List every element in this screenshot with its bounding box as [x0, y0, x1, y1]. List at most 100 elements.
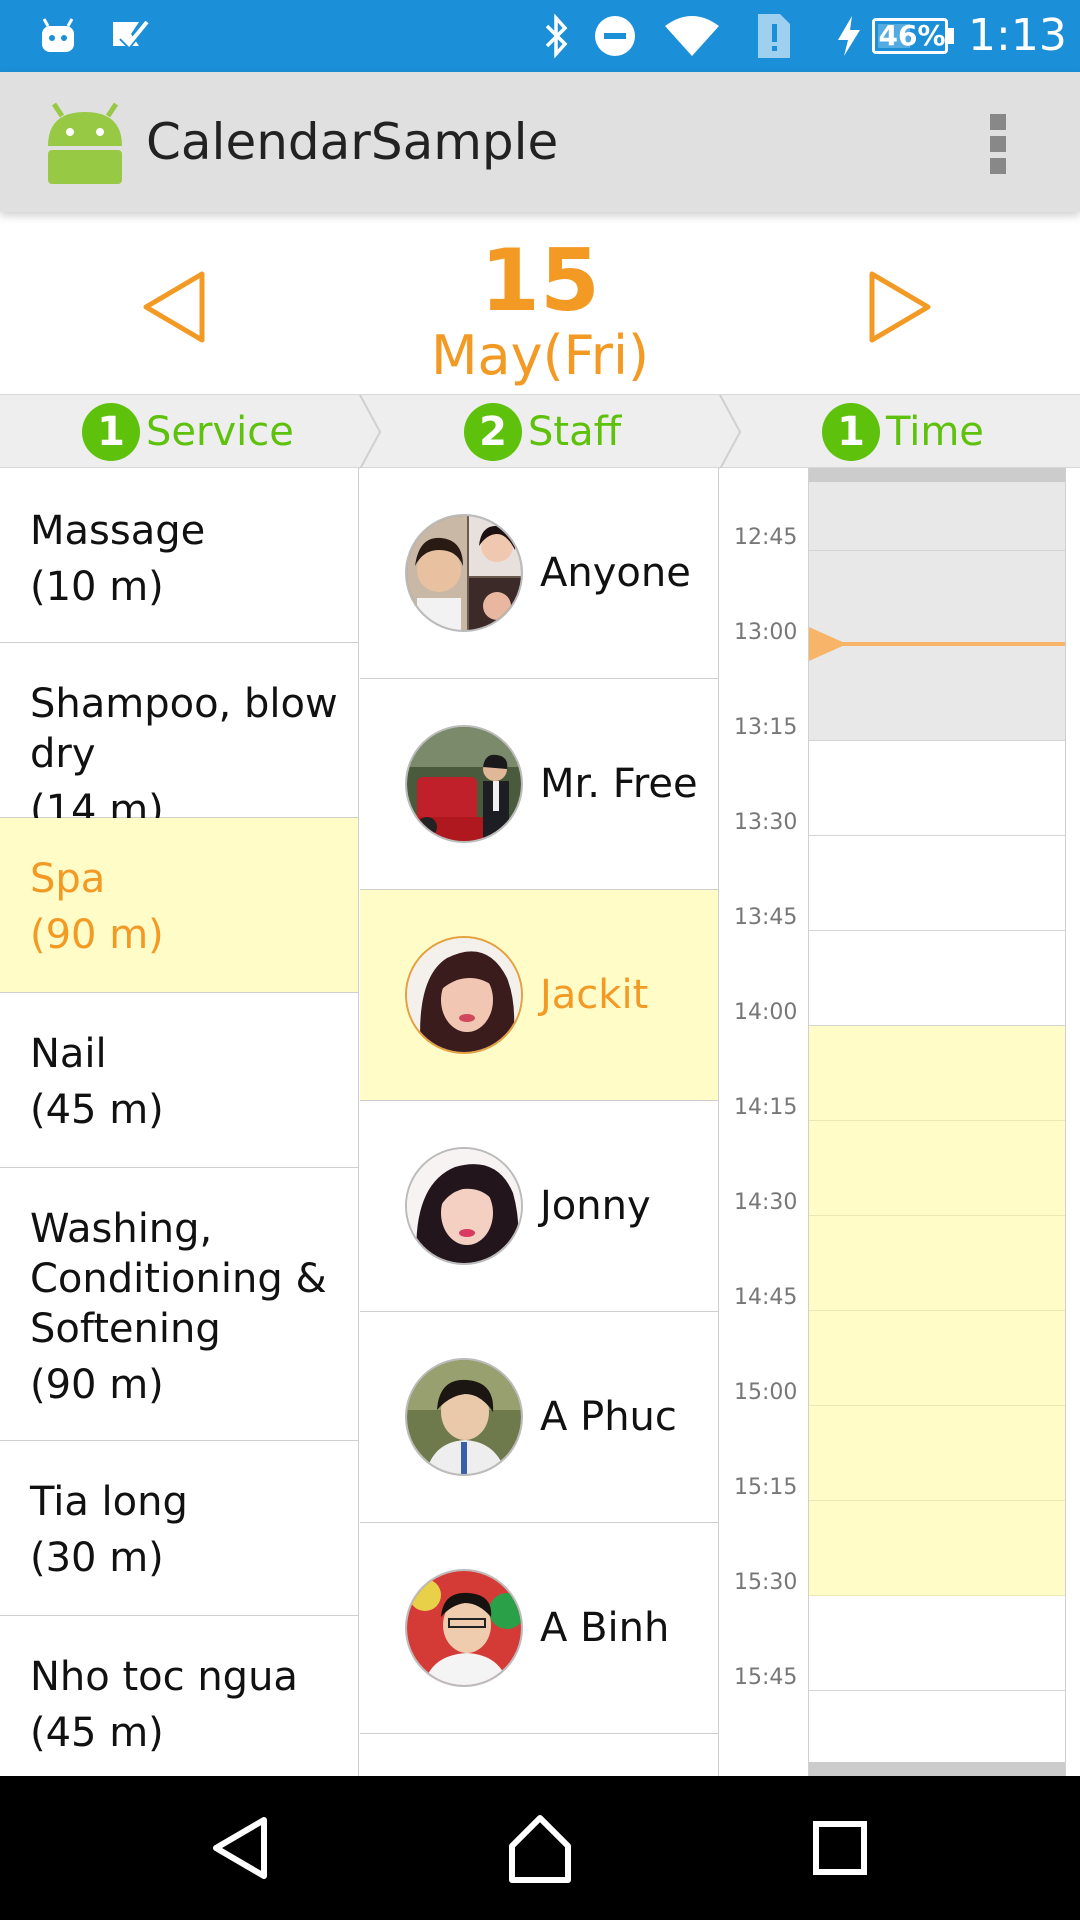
- app-title: CalendarSample: [146, 113, 559, 171]
- grid-top-bar: [809, 468, 1065, 482]
- time-slot-selected[interactable]: [809, 1501, 1065, 1596]
- step-separator-2: [719, 395, 742, 469]
- step-service-count: 1: [82, 403, 140, 461]
- service-item-nail[interactable]: Nail (45 m): [0, 993, 358, 1168]
- bluetooth-icon: [536, 12, 576, 60]
- recents-square-icon[interactable]: [798, 1806, 882, 1890]
- grid-bottom-bar: [809, 1762, 1065, 1776]
- time-slot-selected[interactable]: [809, 1406, 1065, 1501]
- service-item-massage[interactable]: Massage (10 m): [0, 468, 358, 643]
- do-not-disturb-icon: [592, 12, 638, 60]
- staff-name: Anyone: [540, 550, 691, 596]
- time-slot[interactable]: [809, 741, 1065, 836]
- service-item-spa[interactable]: Spa (90 m): [0, 818, 358, 993]
- service-name: Nail: [30, 1031, 107, 1077]
- time-label: 13:15: [734, 715, 798, 740]
- staff-item-more[interactable]: [360, 1734, 718, 1776]
- avatar: [405, 1569, 523, 1687]
- service-duration: (90 m): [30, 912, 164, 958]
- triangle-left-icon: [143, 271, 205, 343]
- time-label: 12:45: [734, 525, 798, 550]
- service-name: Tia long: [30, 1479, 188, 1525]
- step-time[interactable]: 1 Time: [822, 395, 984, 469]
- service-name: Shampoo, blow dry: [30, 681, 338, 777]
- task-check-icon: [108, 12, 152, 60]
- service-list[interactable]: Massage (10 m) Shampoo, blow dry (14 m) …: [0, 468, 359, 1776]
- avatar: [405, 725, 523, 843]
- staff-item-jackit[interactable]: Jackit: [360, 890, 718, 1101]
- time-label: 15:45: [734, 1665, 798, 1690]
- service-name: Massage: [30, 508, 206, 554]
- time-slot[interactable]: [809, 931, 1065, 1026]
- staff-item-anyone[interactable]: Anyone: [360, 468, 718, 679]
- avatar: [405, 1147, 523, 1265]
- date-month-weekday: May(Fri): [430, 324, 650, 387]
- step-separator-1: [359, 395, 382, 469]
- step-service[interactable]: 1 Service: [82, 395, 294, 469]
- time-slot[interactable]: [809, 836, 1065, 931]
- overflow-menu-icon[interactable]: [978, 112, 1018, 176]
- time-slot-selected[interactable]: [809, 1026, 1065, 1121]
- staff-item-a-binh[interactable]: A Binh: [360, 1523, 718, 1734]
- date-day: 15: [480, 231, 600, 331]
- android-debug-icon: [36, 12, 80, 60]
- time-grid[interactable]: [808, 468, 1066, 1776]
- avatar: [405, 1358, 523, 1476]
- staff-name: A Binh: [540, 1605, 670, 1651]
- time-slot-selected[interactable]: [809, 1121, 1065, 1216]
- time-column[interactable]: 12:45 13:00 13:15 13:30 13:45 14:00 14:1…: [720, 468, 1080, 1776]
- battery-percent: 46%: [878, 19, 946, 52]
- prev-day-button[interactable]: [130, 262, 220, 352]
- next-day-button[interactable]: [860, 262, 950, 352]
- sim-alert-icon: [752, 12, 796, 60]
- charging-icon: [834, 12, 864, 60]
- triangle-right-icon: [869, 271, 931, 343]
- service-duration: (45 m): [30, 1087, 164, 1133]
- time-slot[interactable]: [809, 1596, 1065, 1691]
- time-slot-past: [809, 646, 1065, 741]
- service-name: Washing, Conditioning & Softening: [30, 1206, 327, 1352]
- time-slot-selected[interactable]: [809, 1311, 1065, 1406]
- nav-bar: [0, 1776, 1080, 1920]
- service-name: Spa: [30, 856, 106, 902]
- steps-bar: 1 Service 2 Staff 1 Time: [0, 394, 1080, 469]
- time-label: 15:15: [734, 1475, 798, 1500]
- time-label: 15:30: [734, 1570, 798, 1595]
- step-time-label: Time: [886, 409, 984, 455]
- android-logo-icon[interactable]: [42, 102, 128, 188]
- time-label: 14:00: [734, 1000, 798, 1025]
- service-duration: (45 m): [30, 1710, 164, 1756]
- time-label: 14:45: [734, 1285, 798, 1310]
- time-label: 13:30: [734, 810, 798, 835]
- step-time-count: 1: [822, 403, 880, 461]
- staff-name: Jonny: [540, 1183, 651, 1229]
- time-slot-past: [809, 551, 1065, 646]
- step-staff[interactable]: 2 Staff: [464, 395, 621, 469]
- service-item-shampoo[interactable]: Shampoo, blow dry (14 m): [0, 643, 358, 833]
- staff-name: A Phuc: [540, 1394, 677, 1440]
- time-label: 14:15: [734, 1095, 798, 1120]
- service-item-tia-long[interactable]: Tia long (30 m): [0, 1441, 358, 1616]
- date-header: 15 May(Fri): [0, 212, 1080, 394]
- time-slot-selected[interactable]: [809, 1216, 1065, 1311]
- staff-item-mr-free[interactable]: Mr. Free: [360, 679, 718, 890]
- service-item-nho-toc-ngua[interactable]: Nho toc ngua (45 m): [0, 1616, 358, 1776]
- wifi-icon: [662, 12, 722, 60]
- step-staff-count: 2: [464, 403, 522, 461]
- step-staff-label: Staff: [528, 409, 622, 455]
- back-triangle-icon[interactable]: [198, 1806, 282, 1890]
- staff-list[interactable]: Anyone Mr. Free Jackit Jonny A Phuc A Bi…: [360, 468, 719, 1776]
- service-name: Nho toc ngua: [30, 1654, 298, 1700]
- action-bar: CalendarSample: [0, 72, 1080, 212]
- status-bar: 46% 1:13: [0, 0, 1080, 72]
- avatar: [405, 514, 523, 632]
- time-label: 14:30: [734, 1190, 798, 1215]
- staff-item-a-phuc[interactable]: A Phuc: [360, 1312, 718, 1523]
- status-time: 1:13: [968, 10, 1067, 61]
- current-time-marker-icon: [809, 627, 847, 661]
- service-duration: (90 m): [30, 1362, 164, 1408]
- current-time-line: [809, 642, 1065, 646]
- staff-item-jonny[interactable]: Jonny: [360, 1101, 718, 1312]
- service-item-washing[interactable]: Washing, Conditioning & Softening (90 m): [0, 1168, 358, 1441]
- home-icon[interactable]: [498, 1806, 582, 1890]
